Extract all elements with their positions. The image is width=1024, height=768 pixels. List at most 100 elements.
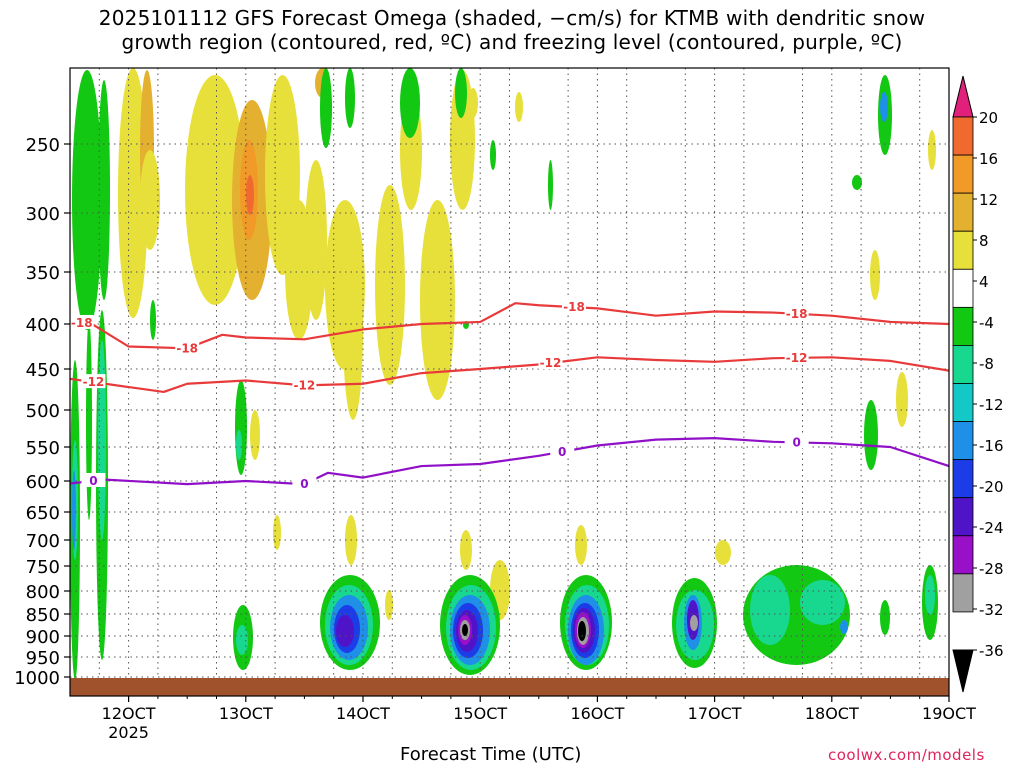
omega-blob-31	[72, 70, 102, 330]
colorbar-label-4: 4	[979, 273, 989, 291]
colorbar-swatch-5	[952, 268, 974, 308]
y-tick-label-600: 600	[26, 472, 60, 493]
y-tick-label-700: 700	[26, 531, 60, 552]
colorbar-label-1: 16	[979, 150, 998, 168]
omega-time-height-chart: -18 -18 -18 -18 -12 -12 -12 -12 0 0 0 0 250 300 350 40…	[14, 67, 1004, 742]
omega-blob-20	[896, 372, 908, 427]
colorbar-swatch-13	[952, 573, 974, 613]
colorbar-swatch-10	[952, 459, 974, 499]
omega-blob-59	[336, 615, 354, 647]
colorbar-label-2: 12	[979, 191, 998, 209]
colorbar-swatch-2	[952, 154, 974, 194]
y-tick-label-750: 750	[26, 557, 60, 578]
omega-blob-19	[870, 250, 880, 300]
y-tick-label-1000: 1000	[14, 668, 60, 689]
colorbar-label-6: -8	[979, 355, 994, 373]
colorbar-swatch-4	[952, 230, 974, 270]
omega-blob-44	[236, 430, 242, 460]
omega-blob-17	[515, 92, 523, 122]
omega-blob-18	[928, 130, 936, 170]
terrain-below-ground	[70, 678, 949, 696]
omega-blob-30	[385, 590, 393, 620]
contour-label-0-2: 0	[558, 445, 566, 459]
colorbar-top-arrow	[952, 75, 974, 118]
colorbar-label-5: -4	[979, 314, 994, 332]
colorbar-swatch-7	[952, 345, 974, 384]
y-tick-label-500: 500	[26, 401, 60, 422]
colorbar-legend: 20 16 12 8 4 -4 -8 -12 -16 -20 -24 -28 -32 -36	[952, 75, 1004, 693]
contour-label-0-3: 0	[792, 435, 800, 449]
x-tick-label-15OCT: 15OCT	[453, 704, 507, 723]
omega-blob-41	[880, 92, 888, 122]
y-tick-label-800: 800	[26, 582, 60, 603]
colorbar-swatch-1	[952, 116, 974, 156]
omega-blob-35	[400, 68, 420, 138]
y-tick-label-350: 350	[26, 263, 60, 284]
colorbar-label-11: -28	[979, 560, 1004, 578]
omega-blob-45	[150, 300, 156, 340]
contour-label-0-1: 0	[300, 477, 308, 491]
x-tick-label-17OCT: 17OCT	[688, 704, 742, 723]
omega-blob-36	[455, 68, 467, 118]
time-axis: 12OCT 13OCT 14OCT 15OCT 16OCT 17OCT 18OCT 19OCT…	[102, 696, 976, 742]
colorbar-swatch-9	[952, 421, 974, 461]
colorbar-swatch-3	[952, 192, 974, 232]
x-tick-label-14OCT: 14OCT	[336, 704, 390, 723]
y-tick-label-850: 850	[26, 605, 60, 626]
contour-line--18	[70, 302, 949, 350]
omega-blob-43	[235, 380, 247, 475]
colorbar-label-3: 8	[979, 232, 989, 250]
contour-label--18-0: -18	[71, 316, 93, 330]
omega-blob-6	[246, 175, 254, 215]
omega-blob-85	[880, 600, 890, 635]
omega-blob-42	[864, 400, 878, 470]
omega-blob-28	[273, 515, 281, 550]
omega-blob-14	[420, 200, 455, 400]
colorbar-swatch-6	[952, 306, 974, 346]
colorbar-label-0: 20	[979, 109, 998, 127]
omega-blob-52	[86, 320, 92, 520]
omega-blob-75	[578, 621, 586, 641]
omega-blob-67	[462, 624, 468, 636]
contour-label--12-0: -12	[83, 375, 105, 389]
x-tick-label-16OCT: 16OCT	[570, 704, 624, 723]
colorbar-label-9: -20	[979, 478, 1004, 496]
omega-blob-34	[345, 68, 355, 128]
x-year-label: 2025	[108, 723, 149, 742]
y-tick-label-300: 300	[26, 204, 60, 225]
contour-label--18-1: -18	[176, 341, 198, 355]
omega-blob-33	[320, 68, 332, 148]
omega-blob-51	[98, 340, 106, 540]
omega-blob-12	[375, 185, 405, 385]
colorbar-label-8: -16	[979, 437, 1004, 455]
omega-blob-16	[468, 88, 478, 118]
y-tick-label-650: 650	[26, 503, 60, 524]
omega-blob-29	[250, 410, 260, 460]
omega-blob-84	[840, 620, 848, 634]
colorbar-label-13: -36	[979, 642, 1004, 660]
contour-label--12-3: -12	[786, 351, 808, 365]
contour-label-0-0: 0	[89, 474, 97, 488]
pressure-axis: 2503003504004505005506006507007508008509…	[14, 135, 70, 689]
omega-shading	[70, 68, 938, 680]
omega-blob-9	[305, 160, 327, 320]
omega-blob-27	[715, 540, 731, 565]
colorbar-bottom-arrow	[952, 649, 974, 693]
x-tick-label-19OCT: 19OCT	[922, 704, 976, 723]
y-tick-label-400: 400	[26, 315, 60, 336]
omega-blob-38	[548, 160, 553, 210]
colorbar-swatch-8	[952, 383, 974, 422]
omega-blob-26	[575, 525, 587, 565]
x-tick-label-12OCT: 12OCT	[102, 704, 156, 723]
omega-blob-83	[800, 580, 845, 625]
contour-label--18-2: -18	[563, 300, 585, 314]
contour-label--12-1: -12	[294, 378, 316, 392]
colorbar-label-10: -24	[979, 519, 1004, 537]
contour-label--12-2: -12	[540, 356, 562, 370]
omega-blob-24	[460, 530, 472, 570]
y-tick-label-250: 250	[26, 135, 60, 156]
omega-blob-37	[490, 140, 496, 170]
omega-blob-39	[852, 175, 862, 190]
omega-blob-80	[690, 615, 698, 631]
omega-blob-3	[208, 120, 234, 300]
